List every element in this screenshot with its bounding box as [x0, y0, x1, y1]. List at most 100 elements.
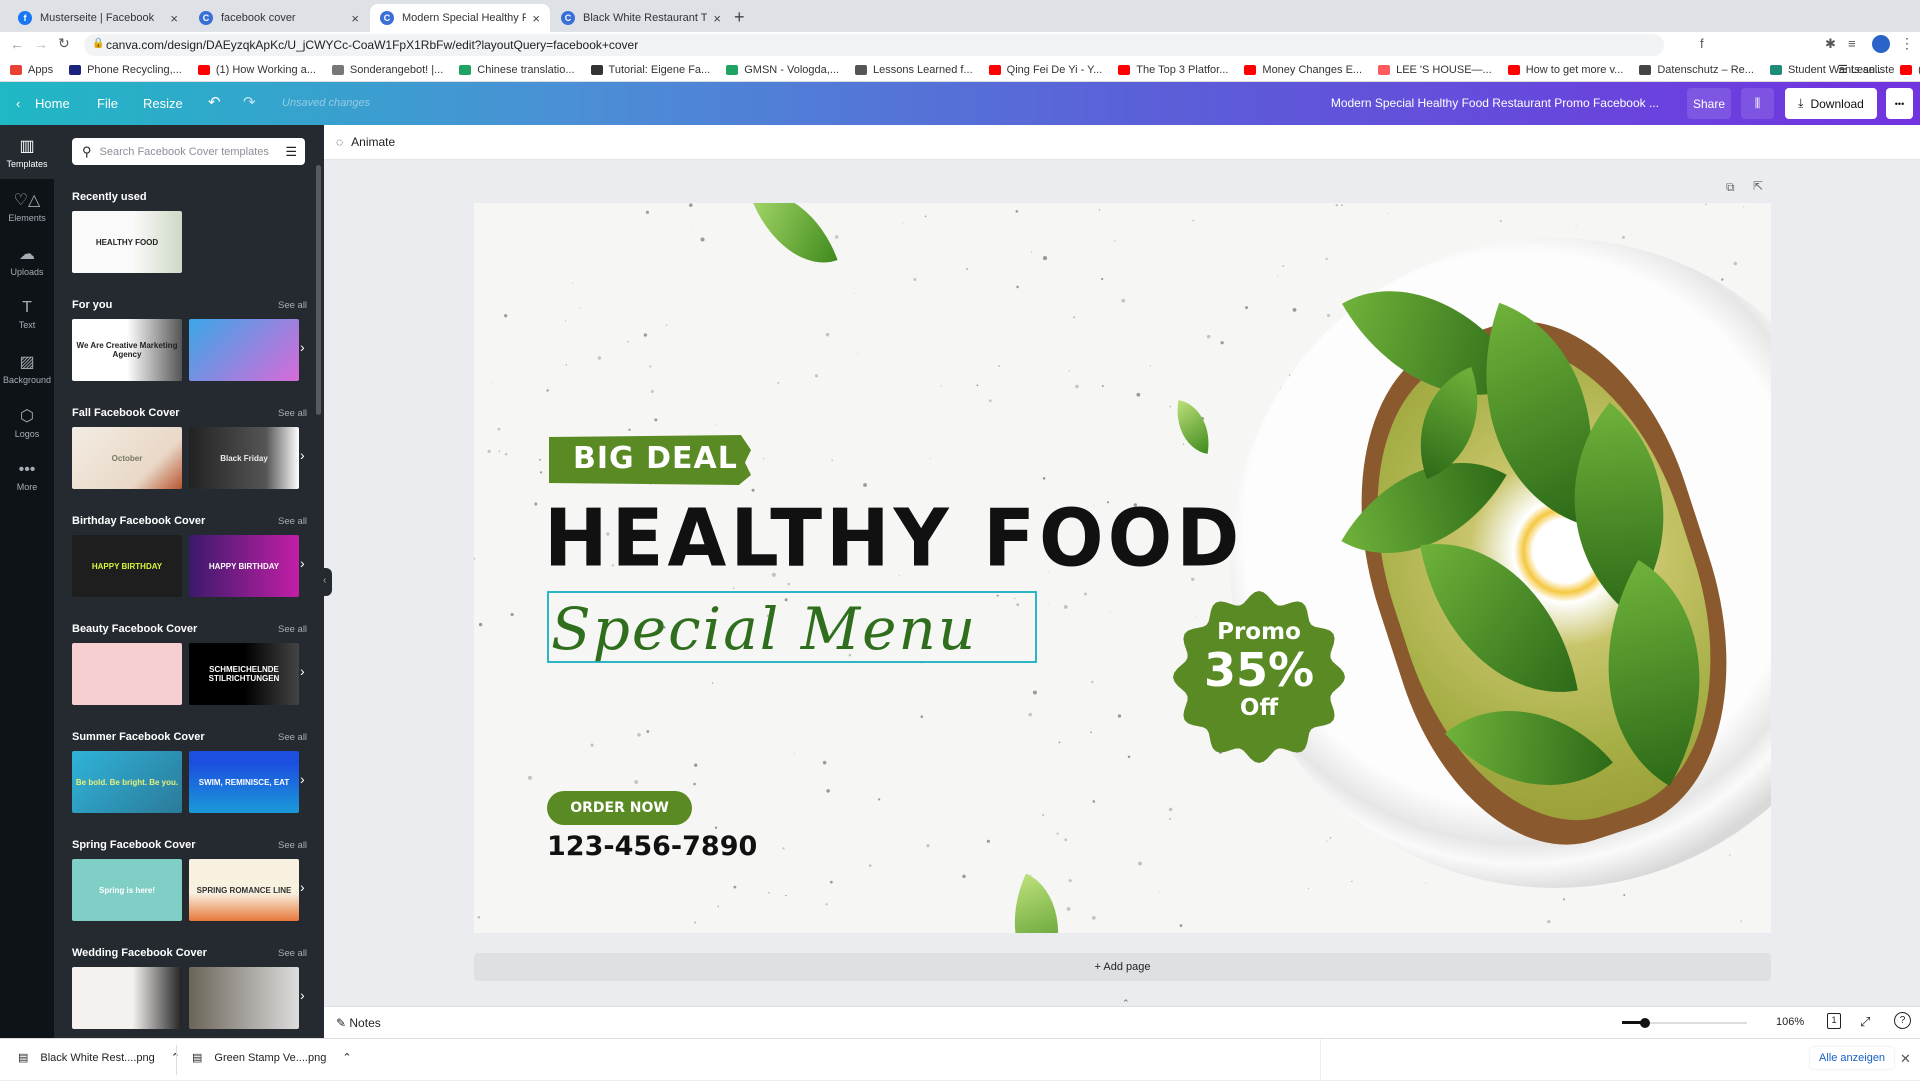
rail-item-elements[interactable]: ♡△ Elements: [0, 179, 54, 233]
insights-icon[interactable]: ⫼: [1741, 88, 1774, 119]
profile-avatar[interactable]: [1872, 35, 1890, 53]
phone-number[interactable]: 123-456-7890: [547, 831, 757, 862]
template-thumbnail[interactable]: SCHMEICHELNDE STILRICHTUNGEN: [189, 643, 299, 705]
bookmark-item[interactable]: Phone Recycling,...: [69, 64, 182, 76]
rail-item-uploads[interactable]: ☁ Uploads: [0, 233, 54, 287]
rail-item-more[interactable]: ••• More: [0, 449, 54, 503]
template-thumbnail[interactable]: Black Friday: [189, 427, 299, 489]
bookmark-item[interactable]: Tutorial: Eigene Fa...: [590, 64, 710, 76]
see-all-link[interactable]: See all: [278, 516, 307, 527]
order-now-button[interactable]: ORDER NOW: [547, 791, 692, 825]
zoom-level[interactable]: 106%: [1776, 1016, 1804, 1028]
document-title[interactable]: Modern Special Healthy Food Restaurant P…: [1331, 96, 1659, 110]
bookmark-item[interactable]: Lessons Learned f...: [854, 64, 973, 76]
media-icon[interactable]: ≡: [1848, 36, 1856, 51]
see-all-link[interactable]: See all: [278, 408, 307, 419]
bookmark-item[interactable]: LEE 'S HOUSE—...: [1378, 64, 1492, 76]
template-thumbnail[interactable]: [189, 319, 299, 381]
rail-item-background[interactable]: ▨ Background: [0, 341, 54, 395]
add-page-button[interactable]: + Add page: [474, 953, 1771, 981]
chevron-right-icon[interactable]: ›: [300, 555, 305, 571]
download-item[interactable]: ▤Black White Rest....png⌃: [18, 1051, 180, 1065]
browser-tab[interactable]: C Modern Special Healthy Food Restaurant ×: [370, 4, 550, 32]
bookmark-item[interactable]: Sonderangebot! |...: [331, 64, 443, 76]
download-button[interactable]: ⤓ Download: [1785, 88, 1877, 119]
bookmark-item[interactable]: Money Changes E...: [1244, 64, 1362, 76]
panel-scrollbar[interactable]: [316, 165, 321, 415]
template-thumbnail[interactable]: [72, 643, 182, 705]
chevron-right-icon[interactable]: ›: [300, 879, 305, 895]
template-thumbnail[interactable]: October: [72, 427, 182, 489]
design-canvas[interactable]: BIG DEAL HEALTHY FOOD Special Menu ORDER…: [474, 203, 1771, 933]
extensions-icon[interactable]: ✱: [1825, 36, 1836, 52]
chevron-right-icon[interactable]: ›: [300, 339, 305, 355]
rail-item-logos[interactable]: ⬡ Logos: [0, 395, 54, 449]
bookmark-item[interactable]: Apps: [10, 64, 53, 76]
bookmark-item[interactable]: Chinese translatio...: [459, 64, 575, 76]
template-thumbnail[interactable]: Be bold. Be bright. Be you.: [72, 751, 182, 813]
close-tab-icon[interactable]: ×: [351, 11, 359, 26]
download-item[interactable]: ▤ Green Stamp Ve....png ⌃: [192, 1051, 352, 1065]
animate-button[interactable]: ◌ Animate: [336, 135, 395, 149]
more-options-button[interactable]: •••: [1886, 88, 1913, 119]
template-thumbnail[interactable]: We Are Creative Marketing Agency: [72, 319, 182, 381]
show-all-downloads-button[interactable]: Alle anzeigen: [1810, 1047, 1894, 1069]
template-thumbnail[interactable]: HAPPY BIRTHDAY: [72, 535, 182, 597]
back-icon[interactable]: ←: [10, 36, 24, 52]
promo-badge[interactable]: Promo 35% Off: [1171, 589, 1347, 765]
see-all-link[interactable]: See all: [278, 732, 307, 743]
big-deal-badge[interactable]: BIG DEAL: [549, 435, 751, 485]
rail-item-text[interactable]: T Text: [0, 287, 54, 341]
see-all-link[interactable]: See all: [278, 624, 307, 635]
close-tab-icon[interactable]: ×: [170, 11, 178, 26]
browser-tab[interactable]: C Black White Restaurant Typography ×: [551, 4, 731, 32]
chevron-right-icon[interactable]: ›: [300, 447, 305, 463]
filter-icon[interactable]: ☰: [285, 144, 297, 160]
bookmark-item[interactable]: How to get more v...: [1507, 64, 1623, 76]
facebook-extension-icon[interactable]: f: [1700, 36, 1704, 51]
template-thumbnail[interactable]: Spring is here!: [72, 859, 182, 921]
address-bar[interactable]: 🔒 canva.com/design/DAEyzqkApKc/U_jCWYCc-C…: [84, 34, 1664, 56]
see-all-link[interactable]: See all: [278, 840, 307, 851]
see-all-link[interactable]: See all: [278, 948, 307, 959]
chevron-right-icon[interactable]: ›: [300, 663, 305, 679]
template-thumbnail[interactable]: HEALTHY FOOD: [72, 211, 182, 273]
template-thumbnail[interactable]: [189, 967, 299, 1029]
forward-icon[interactable]: →: [34, 36, 48, 52]
rail-item-templates[interactable]: ▥ Templates: [0, 125, 54, 179]
bookmark-item[interactable]: Qing Fei De Yi - Y...: [988, 64, 1102, 76]
browser-tab[interactable]: Cfacebook cover ×: [189, 4, 369, 32]
undo-icon[interactable]: ↶: [208, 93, 221, 111]
collapse-panel-button[interactable]: ‹: [322, 568, 332, 596]
page-count-button[interactable]: 1: [1827, 1013, 1841, 1029]
reading-list[interactable]: ☰ Leseliste: [1838, 63, 1894, 76]
zoom-slider[interactable]: [1622, 1018, 1747, 1028]
share-button[interactable]: Share: [1687, 88, 1731, 119]
notes-button[interactable]: ✎ Notes: [336, 1016, 381, 1030]
template-thumbnail[interactable]: [72, 967, 182, 1029]
fullscreen-icon[interactable]: ⤢: [1860, 1014, 1870, 1030]
bookmark-item[interactable]: Datenschutz – Re...: [1639, 64, 1754, 76]
bookmark-item[interactable]: The Top 3 Platfor...: [1118, 64, 1228, 76]
home-button[interactable]: Home: [35, 96, 70, 111]
template-search-input[interactable]: ⚲ Search Facebook Cover templates ☰: [72, 138, 305, 165]
browser-tab[interactable]: f Musterseite | Facebook ×: [8, 4, 188, 32]
template-thumbnail[interactable]: HAPPY BIRTHDAY: [189, 535, 299, 597]
close-tab-icon[interactable]: ×: [713, 11, 721, 26]
new-tab-button[interactable]: +: [734, 7, 745, 28]
bookmark-item[interactable]: (1) How Working a...: [197, 64, 316, 76]
add-page-icon[interactable]: ⇱: [1753, 179, 1763, 193]
headline-text[interactable]: HEALTHY FOOD: [544, 491, 1243, 584]
close-tab-icon[interactable]: ×: [532, 11, 540, 26]
file-menu[interactable]: File: [97, 96, 118, 111]
browser-menu-icon[interactable]: ⋮: [1900, 35, 1914, 52]
chevron-right-icon[interactable]: ›: [300, 771, 305, 787]
bookmark-item[interactable]: (2) How To Add A...: [1900, 64, 1920, 76]
chevron-up-icon[interactable]: ⌃: [342, 1051, 351, 1064]
redo-icon[interactable]: ↷: [243, 93, 256, 111]
duplicate-page-icon[interactable]: ⧉: [1726, 180, 1735, 195]
see-all-link[interactable]: See all: [278, 300, 307, 311]
chevron-right-icon[interactable]: ›: [300, 987, 305, 1003]
reload-icon[interactable]: ↻: [58, 35, 70, 52]
resize-button[interactable]: Resize: [143, 96, 183, 111]
